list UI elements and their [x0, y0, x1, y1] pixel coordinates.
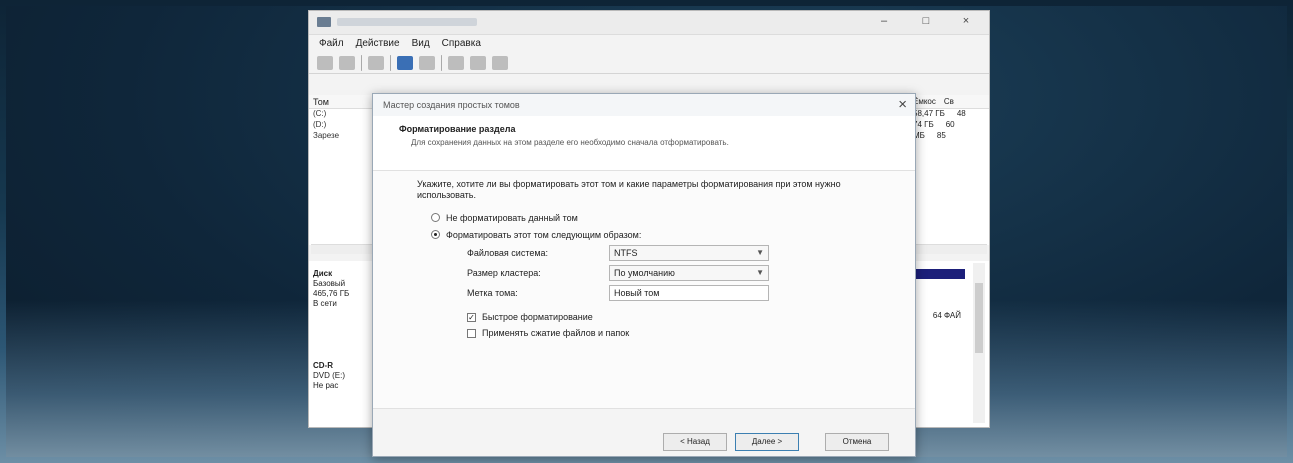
- partition-bar: [913, 269, 965, 279]
- free-cell: 85: [936, 131, 946, 140]
- forward-icon[interactable]: [339, 55, 355, 70]
- cancel-button[interactable]: Отмена: [825, 433, 889, 451]
- quick-format-checkbox[interactable]: ✓: [467, 312, 476, 322]
- chevron-down-icon: ▼: [756, 268, 764, 277]
- disk0-info[interactable]: Диск Базовый 465,76 ГБ В сети: [313, 269, 349, 309]
- radio-button-selected[interactable]: [431, 230, 440, 239]
- radio-format[interactable]: Форматировать этот том следующим образом…: [431, 226, 871, 243]
- radio-button[interactable]: [431, 213, 440, 222]
- cdrom-status: Не рас: [313, 381, 339, 390]
- disk0-label: Диск: [313, 269, 333, 278]
- volume-label-row: Метка тома: Новый том: [467, 283, 871, 303]
- rescan-icon[interactable]: [448, 55, 464, 70]
- toolbar-separator: [361, 54, 362, 71]
- cdrom-type: DVD (E:): [313, 371, 345, 380]
- quick-format-label: Быстрое форматирование: [482, 312, 593, 322]
- toolbar-separator: [441, 54, 442, 71]
- list-icon[interactable]: [368, 55, 384, 70]
- column-header-size[interactable]: Ёмкос: [913, 97, 936, 109]
- dialog-titlebar: Мастер создания простых томов ×: [373, 94, 915, 116]
- close-icon[interactable]: ×: [898, 96, 907, 113]
- disk0-size: 465,76 ГБ: [313, 289, 350, 298]
- volume-label-input[interactable]: Новый том: [609, 285, 769, 301]
- settings-icon[interactable]: [470, 55, 486, 70]
- help-icon[interactable]: [419, 55, 435, 70]
- properties-icon[interactable]: [397, 55, 413, 70]
- dialog-body: Укажите, хотите ли вы форматировать этот…: [373, 171, 915, 349]
- file-system-label: Файловая система:: [467, 248, 549, 258]
- disk-icon[interactable]: [492, 55, 508, 70]
- radio-no-format-label: Не форматировать данный том: [446, 212, 578, 223]
- window-title-placeholder: [337, 18, 477, 26]
- dialog-title: Мастер создания простых томов: [383, 100, 520, 110]
- file-system-row: Файловая система: NTFS ▼: [467, 243, 871, 263]
- cluster-size-label: Размер кластера:: [467, 268, 541, 278]
- cdrom-info[interactable]: CD-R DVD (E:) Не рас: [313, 361, 345, 391]
- radio-format-label: Форматировать этот том следующим образом…: [446, 229, 642, 240]
- toolbar: [309, 52, 989, 74]
- size-cell: 74 ГБ: [913, 120, 934, 129]
- next-button[interactable]: Далее >: [735, 433, 799, 451]
- toolbar-separator: [390, 54, 391, 71]
- compression-checkbox[interactable]: [467, 328, 476, 338]
- dialog-header: Форматирование раздела Для сохранения да…: [373, 116, 915, 171]
- radio-no-format[interactable]: Не форматировать данный том: [431, 209, 871, 226]
- file-system-value: NTFS: [614, 248, 638, 258]
- cluster-size-select[interactable]: По умолчанию ▼: [609, 265, 769, 281]
- dialog-footer: < Назад Далее > Отмена: [373, 408, 915, 456]
- menu-view[interactable]: Вид: [412, 38, 430, 49]
- format-prompt: Укажите, хотите ли вы форматировать этот…: [417, 179, 841, 200]
- menu-bar: Файл Действие Вид Справка: [309, 35, 989, 52]
- size-cell: 58,47 ГБ: [913, 109, 945, 118]
- compression-label: Применять сжатие файлов и папок: [482, 328, 630, 338]
- new-simple-volume-wizard: Мастер создания простых томов × Форматир…: [372, 93, 916, 457]
- cdrom-label: CD-R: [313, 361, 333, 370]
- quick-format-row[interactable]: ✓ Быстрое форматирование: [467, 309, 871, 325]
- compression-row[interactable]: Применять сжатие файлов и папок: [467, 325, 871, 341]
- window-titlebar: – □ ×: [309, 11, 989, 35]
- cluster-size-value: По умолчанию: [614, 268, 675, 278]
- volume-size-columns: Ёмкос Св 58,47 ГБ 48 74 ГБ 60 МБ 85: [913, 95, 983, 142]
- back-icon[interactable]: [317, 55, 333, 70]
- volume-label-value: Новый том: [614, 288, 660, 298]
- chevron-down-icon: ▼: [756, 248, 764, 257]
- back-button[interactable]: < Назад: [663, 433, 727, 451]
- dialog-description: Для сохранения данных на этом разделе ег…: [411, 138, 729, 147]
- volume-label-label: Метка тома:: [467, 288, 518, 298]
- free-cell: 48: [956, 109, 966, 118]
- file-system-select[interactable]: NTFS ▼: [609, 245, 769, 261]
- vertical-scrollbar[interactable]: [973, 263, 985, 423]
- disk0-type: Базовый: [313, 279, 346, 288]
- menu-action[interactable]: Действие: [356, 38, 400, 49]
- disk-management-icon: [317, 17, 331, 27]
- dialog-heading: Форматирование раздела: [399, 124, 516, 134]
- disk0-status: В сети: [313, 299, 337, 308]
- maximize-button[interactable]: □: [911, 15, 941, 27]
- menu-help[interactable]: Справка: [442, 38, 481, 49]
- minimize-button[interactable]: –: [869, 15, 899, 27]
- close-button[interactable]: ×: [951, 15, 981, 27]
- partition-text[interactable]: 64 ФАЙ: [933, 311, 961, 320]
- menu-file[interactable]: Файл: [319, 38, 344, 49]
- column-header-free[interactable]: Св: [944, 97, 954, 109]
- free-cell: 60: [945, 120, 955, 129]
- cluster-size-row: Размер кластера: По умолчанию ▼: [467, 263, 871, 283]
- scroll-thumb[interactable]: [975, 283, 983, 353]
